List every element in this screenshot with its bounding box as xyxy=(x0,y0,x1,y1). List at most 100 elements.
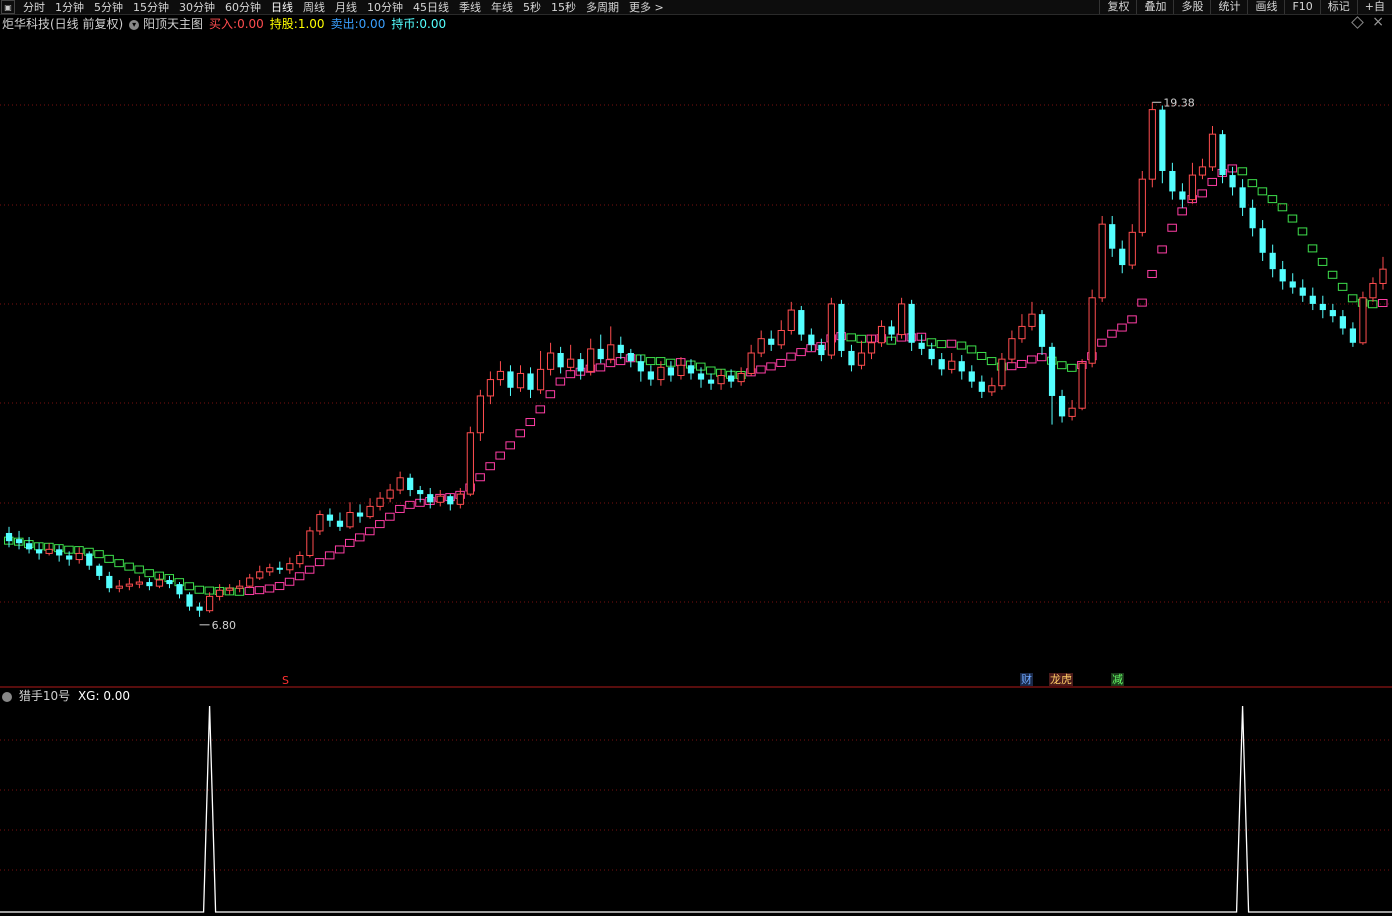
candle-body xyxy=(1088,297,1096,364)
candle-body xyxy=(1068,407,1076,417)
ma-segment xyxy=(114,559,124,568)
candle xyxy=(346,502,354,529)
ma-segment xyxy=(264,584,275,593)
candle xyxy=(998,353,1006,390)
sub-indicator-name[interactable]: 猎手10号 xyxy=(19,689,70,703)
indicator-menu-icon[interactable]: ▾ xyxy=(129,19,140,30)
stock-title[interactable]: 炬华科技(日线 前复权) xyxy=(2,15,123,33)
ma-segment xyxy=(124,562,134,571)
candle-body xyxy=(346,512,354,528)
kline-chart[interactable]: 19.38 6.80 xyxy=(0,0,1392,916)
candle-body xyxy=(1109,224,1116,249)
candle-body xyxy=(186,594,193,607)
candle xyxy=(968,365,975,388)
ma-segment xyxy=(1026,355,1037,364)
indicator-name[interactable]: ▾ 阳顶天主图 xyxy=(129,15,203,33)
candle xyxy=(1269,244,1276,278)
ma-segment xyxy=(274,582,285,591)
ma-segment xyxy=(184,582,195,591)
ma-segment xyxy=(1327,270,1338,279)
candle-body xyxy=(516,372,525,389)
cash-legend: 持币:0.00 xyxy=(391,17,447,31)
candle xyxy=(848,344,855,372)
candle xyxy=(567,344,575,372)
candle-body xyxy=(236,585,244,589)
candle-body xyxy=(1169,170,1176,192)
ma-segment xyxy=(375,520,385,529)
longhu-marker[interactable]: 龙虎 xyxy=(1049,673,1073,686)
ma-segment xyxy=(1057,361,1067,370)
candle-body xyxy=(1279,269,1286,282)
candle-body xyxy=(546,352,555,370)
candle-body xyxy=(747,352,755,374)
candle-body xyxy=(597,348,604,360)
candle xyxy=(486,371,495,405)
candle-body xyxy=(978,381,985,392)
ma-segment xyxy=(946,339,957,348)
candle-body xyxy=(436,495,444,503)
ma-segment xyxy=(314,558,325,567)
ma-segment xyxy=(1006,362,1017,371)
candle xyxy=(1078,359,1086,411)
candle-body xyxy=(286,563,294,571)
candle-body xyxy=(135,581,144,585)
reduce-marker[interactable]: 减 xyxy=(1111,673,1124,686)
candle xyxy=(747,344,755,376)
candle xyxy=(597,334,604,364)
candle xyxy=(1219,130,1226,184)
candle-body xyxy=(1128,231,1136,266)
ma-segment xyxy=(1247,179,1258,188)
candle-body xyxy=(918,342,925,349)
news-marker[interactable]: 财 xyxy=(1020,673,1033,686)
candle xyxy=(326,508,334,527)
candle xyxy=(166,575,173,589)
high-price-label: 19.38 xyxy=(1163,96,1195,109)
ma-segment xyxy=(796,348,806,357)
candle-body xyxy=(125,583,133,587)
candle-body xyxy=(1048,346,1056,396)
candle-body xyxy=(1339,316,1346,329)
ma-segment xyxy=(1197,189,1207,198)
candle xyxy=(798,305,805,341)
candle xyxy=(1198,158,1207,180)
close-icon[interactable]: × xyxy=(1372,14,1384,30)
ma-segment xyxy=(1307,244,1318,253)
candle-body xyxy=(897,303,906,336)
candle xyxy=(1159,105,1166,184)
ma-segment xyxy=(485,462,495,471)
candle-body xyxy=(587,348,595,372)
candle-body xyxy=(848,350,855,366)
sub-legend: 猎手10号 XG: 0.00 xyxy=(2,688,130,704)
candle-body xyxy=(536,368,545,391)
candle xyxy=(196,602,203,617)
ma-segment xyxy=(1257,187,1268,196)
candle-body xyxy=(56,549,63,556)
candle xyxy=(1038,310,1046,356)
ma-segment xyxy=(846,333,856,342)
candle xyxy=(958,355,965,380)
candle xyxy=(15,530,23,550)
candle-body xyxy=(577,359,584,372)
ma-segment xyxy=(766,362,776,371)
ma-segment xyxy=(134,565,144,574)
candle xyxy=(1179,183,1186,208)
candle xyxy=(125,577,133,591)
candle xyxy=(1289,273,1296,294)
candle-body xyxy=(888,326,895,335)
ma-segment xyxy=(706,366,716,375)
ma-segment xyxy=(254,586,265,595)
candle xyxy=(1109,215,1116,257)
candle xyxy=(777,320,785,349)
candle-body xyxy=(336,520,344,527)
candle xyxy=(1088,289,1096,368)
candle-body xyxy=(857,352,866,366)
candle-body xyxy=(1198,166,1207,176)
candle-body xyxy=(607,344,615,360)
candle-body xyxy=(1349,328,1357,343)
sub-indicator-menu-icon[interactable] xyxy=(2,691,12,702)
candle-body xyxy=(386,489,394,499)
xg-signal-line xyxy=(0,705,1392,913)
candle-body xyxy=(567,358,575,368)
candle-body xyxy=(1119,248,1126,266)
ma-segment xyxy=(355,533,365,542)
